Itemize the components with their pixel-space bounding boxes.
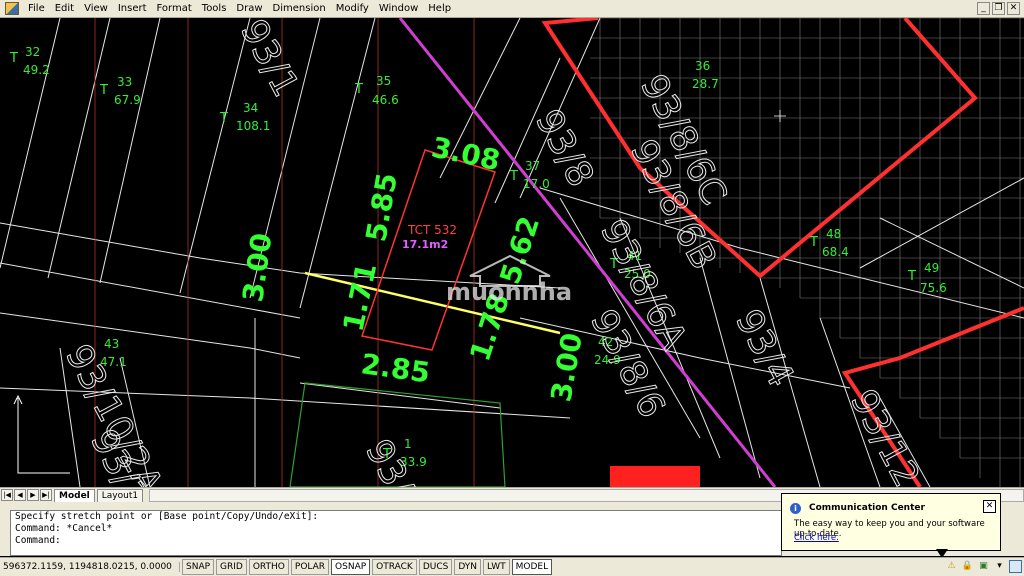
- model-toggle[interactable]: MODEL: [511, 559, 553, 575]
- parcel-prefix-t37: T: [509, 169, 518, 184]
- toolbar-lock-icon[interactable]: ▣: [977, 560, 990, 573]
- dimension-3-00-left: 3.00: [236, 231, 278, 304]
- menu-modify[interactable]: Modify: [331, 0, 374, 17]
- parcel-area-t32: 49.2: [23, 63, 50, 77]
- dimension-5-62: 5.62: [493, 212, 546, 288]
- parcel-area-t35: 46.6: [372, 93, 399, 107]
- parcel-prefix-t34: T: [219, 111, 228, 126]
- tab-next-icon[interactable]: ▶: [27, 489, 39, 501]
- popup-close-icon[interactable]: ✕: [983, 500, 996, 513]
- dimension-1-71: 1.71: [337, 260, 384, 334]
- parcel-area-t48: 68.4: [822, 245, 849, 259]
- lwt-toggle[interactable]: LWT: [483, 559, 510, 575]
- parcel-num-t43: 43: [104, 337, 119, 351]
- status-bar: 596372.1159, 1194818.0215, 0.0000 SNAP G…: [0, 557, 1024, 576]
- parcel-area-t49: 75.6: [920, 281, 947, 295]
- close-icon[interactable]: ✕: [1007, 2, 1020, 15]
- otrack-toggle[interactable]: OTRACK: [372, 559, 417, 575]
- menu-bar: File Edit View Insert Format Tools Draw …: [0, 0, 1024, 18]
- osnap-toggle[interactable]: OSNAP: [331, 559, 371, 575]
- parcel-num-t49: 49: [924, 261, 939, 275]
- clean-screen-icon[interactable]: [1009, 559, 1022, 573]
- menu-insert[interactable]: Insert: [113, 0, 152, 17]
- parcel-area-t37: 17.0: [523, 177, 550, 191]
- polar-toggle[interactable]: POLAR: [290, 559, 330, 575]
- parcel-area-t36: 28.7: [692, 77, 719, 91]
- command-window[interactable]: Specify stretch point or [Base point/Cop…: [10, 510, 782, 556]
- command-prompt[interactable]: Command:: [11, 535, 781, 547]
- parcel-num-t48: 48: [826, 227, 841, 241]
- house-number-93-12: 93/12: [842, 383, 927, 487]
- house-number-93-4: 93/4: [727, 303, 801, 394]
- parcel-num-t33: 33: [117, 75, 132, 89]
- parcel-area-t33: 67.9: [114, 93, 141, 107]
- menu-draw[interactable]: Draw: [231, 0, 267, 17]
- parcel-label-t32: T: [9, 51, 18, 66]
- popup-click-here-link[interactable]: Click here.: [794, 533, 839, 543]
- info-icon: i: [790, 503, 801, 514]
- menu-format[interactable]: Format: [152, 0, 197, 17]
- menu-window[interactable]: Window: [374, 0, 423, 17]
- parcel-num-t1: 1: [404, 437, 412, 451]
- watermark: muonnha: [446, 278, 572, 306]
- snap-toggle[interactable]: SNAP: [182, 559, 215, 575]
- command-history-line-2: Command: *Cancel*: [15, 523, 113, 534]
- red-label-block: [610, 466, 700, 487]
- minimize-icon[interactable]: _: [977, 2, 990, 15]
- tab-first-icon[interactable]: |◀: [1, 489, 13, 501]
- menu-view[interactable]: View: [79, 0, 113, 17]
- menu-tools[interactable]: Tools: [197, 0, 232, 17]
- dimension-2-85: 2.85: [359, 347, 432, 389]
- cad-drawing: T 32 49.2 T 33 67.9 T 34 108.1 T 35 46.6…: [0, 18, 1024, 487]
- parcel-num-t36: 36: [695, 59, 710, 73]
- tab-last-icon[interactable]: ▶|: [40, 489, 52, 501]
- dimension-3-08: 3.08: [429, 131, 503, 178]
- grid-toggle[interactable]: GRID: [216, 559, 247, 575]
- dimension-3-00-right: 3.00: [544, 330, 588, 404]
- chevron-down-icon[interactable]: ▾: [993, 560, 1006, 573]
- parcel-num-t32: 32: [25, 45, 40, 59]
- parcel-tag: TCT 532: [407, 223, 457, 237]
- ducs-toggle[interactable]: DUCS: [418, 559, 453, 575]
- parcel-prefix-t49: T: [907, 269, 916, 284]
- dyn-toggle[interactable]: DYN: [454, 559, 482, 575]
- tab-prev-icon[interactable]: ◀: [14, 489, 26, 501]
- autocad-app-icon[interactable]: [5, 2, 19, 15]
- communication-center-icon[interactable]: ⚠: [945, 560, 958, 573]
- tab-layout1[interactable]: Layout1: [96, 488, 144, 502]
- menu-dimension[interactable]: Dimension: [268, 0, 331, 17]
- parcel-area-t34: 108.1: [236, 119, 270, 133]
- parcel-area: 17.1m2: [402, 238, 448, 251]
- parcel-prefix-t33: T: [99, 83, 108, 98]
- crosshair-cursor: [774, 110, 786, 122]
- parcel-num-t37: 37: [525, 159, 540, 173]
- parcel-num-t35: 35: [376, 74, 391, 88]
- ortho-toggle[interactable]: ORTHO: [248, 559, 289, 575]
- ucs-icon: [13, 394, 70, 474]
- menu-help[interactable]: Help: [423, 0, 456, 17]
- command-history-line-1: Specify stretch point or [Base point/Cop…: [15, 511, 319, 522]
- status-tray: ⚠ 🔒 ▣ ▾: [945, 557, 1022, 575]
- cursor-coordinates[interactable]: 596372.1159, 1194818.0215, 0.0000: [0, 562, 180, 572]
- parcel-prefix-t48: T: [809, 235, 818, 250]
- parcel-num-t34: 34: [243, 101, 258, 115]
- tab-model[interactable]: Model: [54, 488, 95, 502]
- menu-edit[interactable]: Edit: [50, 0, 79, 17]
- window-controls: _ ❐ ✕: [977, 2, 1020, 15]
- lock-icon[interactable]: 🔒: [961, 560, 974, 573]
- popup-title: Communication Center: [809, 503, 925, 513]
- parcel-prefix-t35: T: [354, 82, 363, 97]
- drawing-canvas[interactable]: T 32 49.2 T 33 67.9 T 34 108.1 T 35 46.6…: [0, 18, 1024, 487]
- menu-file[interactable]: File: [23, 0, 50, 17]
- house-number-93-1: 93/1: [232, 18, 306, 104]
- restore-icon[interactable]: ❐: [992, 2, 1005, 15]
- communication-center-popup: i Communication Center ✕ The easy way to…: [781, 493, 1001, 551]
